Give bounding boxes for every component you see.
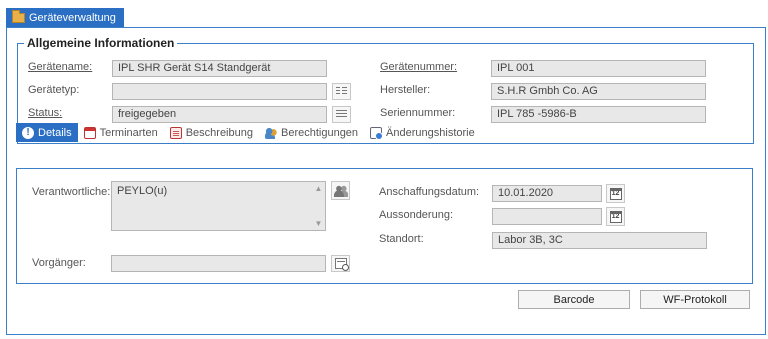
verantwortliche-select-button[interactable] (331, 181, 350, 200)
picker-icon (334, 258, 349, 271)
verantwortliche-field[interactable]: PEYLO(u) ▲ ▼ (111, 181, 326, 231)
aussonderung-label: Aussonderung: (379, 209, 453, 221)
aussonderung-calendar-button[interactable]: 12 (606, 207, 625, 226)
tab-beschreibung[interactable]: Beschreibung (164, 123, 259, 142)
list-icon (336, 87, 347, 96)
standort-label: Standort: (379, 233, 424, 245)
verantwortliche-label: Verantwortliche: (32, 186, 111, 198)
tab-berechtigungen-label: Berechtigungen (280, 126, 359, 139)
seriennummer-label: Seriennummer: (380, 107, 456, 119)
info-icon: ! (22, 126, 34, 139)
folder-icon (12, 9, 25, 23)
tab-terminarten[interactable]: Terminarten (78, 123, 164, 142)
tab-aenderungshistorie-label: Änderungshistorie (386, 126, 475, 139)
status-label[interactable]: Status: (28, 107, 62, 119)
anschaffungsdatum-calendar-button[interactable]: 12 (606, 184, 625, 203)
tab-details-label: Details (38, 126, 72, 139)
general-info-title: Allgemeine Informationen (24, 36, 178, 50)
tab-geraeteverwaltung[interactable]: Geräteverwaltung (6, 8, 124, 27)
geraetename-field[interactable]: IPL SHR Gerät S14 Standgerät (112, 60, 327, 77)
vorgaenger-field[interactable] (111, 255, 326, 272)
vorgaenger-label: Vorgänger: (32, 257, 86, 269)
person-icon (333, 184, 348, 197)
aussonderung-field[interactable] (492, 208, 602, 225)
description-icon (169, 126, 182, 139)
list-icon (336, 110, 347, 119)
anschaffungsdatum-field[interactable]: 10.01.2020 (492, 185, 602, 202)
history-icon (370, 126, 384, 140)
tab-terminarten-label: Terminarten (99, 126, 158, 139)
geraetenummer-field[interactable]: IPL 001 (491, 60, 706, 77)
wf-protokoll-button[interactable]: WF-Protokoll (640, 290, 750, 309)
seriennummer-field[interactable]: IPL 785 -5986-B (491, 106, 706, 123)
calendar-icon: 12 (609, 210, 622, 223)
tab-geraeteverwaltung-label: Geräteverwaltung (29, 11, 116, 24)
geraetename-label[interactable]: Gerätename: (28, 61, 92, 73)
users-icon (264, 126, 277, 139)
geraetetyp-select-button[interactable] (332, 83, 351, 100)
scroll-down-icon[interactable]: ▼ (315, 219, 323, 228)
tab-aenderungshistorie[interactable]: Änderungshistorie (364, 123, 481, 142)
detail-tabs: ! Details Terminarten Beschreibung Berec… (16, 123, 481, 142)
status-select-button[interactable] (332, 106, 351, 123)
status-field[interactable]: freigegeben (112, 106, 327, 123)
geraetetyp-field[interactable] (112, 83, 327, 100)
tab-details[interactable]: ! Details (16, 123, 78, 142)
hersteller-label: Hersteller: (380, 84, 431, 96)
details-panel: Verantwortliche: PEYLO(u) ▲ ▼ Vorgänger:… (16, 168, 753, 284)
barcode-button[interactable]: Barcode (518, 290, 630, 309)
tab-berechtigungen[interactable]: Berechtigungen (259, 123, 364, 142)
memo-scrollbar[interactable]: ▲ ▼ (312, 182, 325, 230)
verantwortliche-value: PEYLO(u) (117, 185, 168, 197)
vorgaenger-select-button[interactable] (331, 255, 350, 272)
standort-field[interactable]: Labor 3B, 3C (492, 232, 707, 249)
scroll-up-icon[interactable]: ▲ (315, 184, 323, 193)
anschaffungsdatum-label: Anschaffungsdatum: (379, 186, 480, 198)
calendar-icon (83, 126, 96, 139)
geraetenummer-label[interactable]: Gerätenummer: (380, 61, 457, 73)
tab-beschreibung-label: Beschreibung (185, 126, 253, 139)
calendar-icon: 12 (609, 187, 622, 200)
hersteller-field[interactable]: S.H.R Gmbh Co. AG (491, 83, 706, 100)
geraetetyp-label: Gerätetyp: (28, 84, 80, 96)
